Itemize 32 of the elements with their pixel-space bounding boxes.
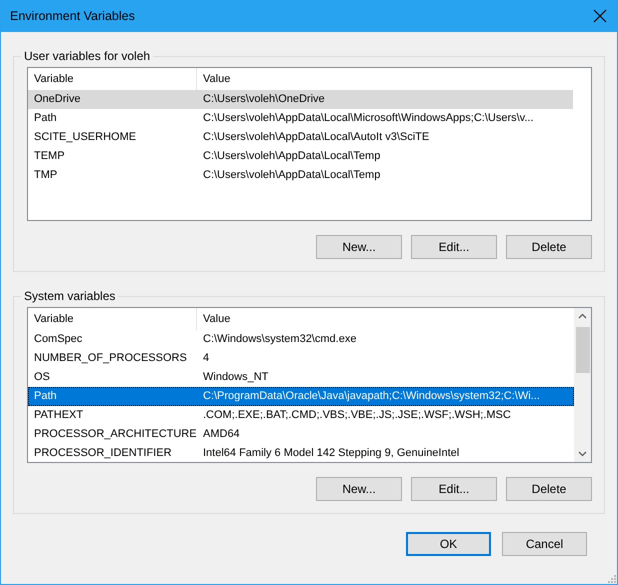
- group-title: User variables for voleh: [23, 49, 152, 63]
- list-row[interactable]: Path C:\Users\voleh\AppData\Local\Microsoft\WindowsApps;C:\Users\v...: [28, 109, 573, 128]
- list-row[interactable]: Path C:\ProgramData\Oracle\Java\javapath;C:\Windows\system32;C:\Wi...: [28, 387, 574, 406]
- dialog-button[interactable]: Edit...: [411, 235, 497, 259]
- column-header[interactable]: Value: [197, 68, 573, 90]
- resize-grip-icon[interactable]: [606, 573, 616, 583]
- dialog-button[interactable]: Delete: [506, 477, 592, 501]
- close-icon[interactable]: [593, 9, 607, 23]
- scroll-thumb[interactable]: [576, 327, 590, 373]
- list-row[interactable]: OneDrive C:\Users\voleh\OneDrive: [28, 90, 573, 109]
- list-row[interactable]: TMP C:\Users\voleh\AppData\Local\Temp: [28, 166, 573, 185]
- list-row[interactable]: PROCESSOR_IDENTIFIER Intel64 Family 6 Model 142 Stepping 9, GenuineIntel: [28, 444, 574, 462]
- dialog-button[interactable]: Edit...: [411, 477, 497, 501]
- list-row[interactable]: SCITE_USERHOME C:\Users\voleh\AppData\Local\AutoIt v3\SciTE: [28, 128, 573, 147]
- group-title: System variables: [23, 289, 116, 303]
- dialog-button[interactable]: OK: [406, 532, 491, 556]
- list-row[interactable]: ComSpec C:\Windows\system32\cmd.exe: [28, 330, 574, 349]
- dialog-button[interactable]: Cancel: [502, 532, 587, 556]
- column-header[interactable]: Value: [197, 308, 574, 330]
- window-title: Environment Variables: [10, 9, 135, 23]
- list-row[interactable]: TEMP C:\Users\voleh\AppData\Local\Temp: [28, 147, 573, 166]
- list-row[interactable]: PROCESSOR_ARCHITECTURE AMD64: [28, 425, 574, 444]
- dialog-button[interactable]: Delete: [506, 235, 592, 259]
- list-row[interactable]: NUMBER_OF_PROCESSORS 4: [28, 349, 574, 368]
- scroll-up-icon[interactable]: [578, 313, 587, 319]
- scrollbar[interactable]: [574, 308, 591, 462]
- list-row[interactable]: PATHEXT .COM;.EXE;.BAT;.CMD;.VBS;.VBE;.JS;.JSE;.WSF;.WSH;.MSC: [28, 406, 574, 425]
- dialog-button[interactable]: New...: [316, 235, 402, 259]
- list-row[interactable]: OS Windows_NT: [28, 368, 574, 387]
- column-header[interactable]: Variable: [28, 308, 197, 330]
- scroll-down-icon[interactable]: [578, 451, 587, 457]
- dialog-button[interactable]: New...: [316, 477, 402, 501]
